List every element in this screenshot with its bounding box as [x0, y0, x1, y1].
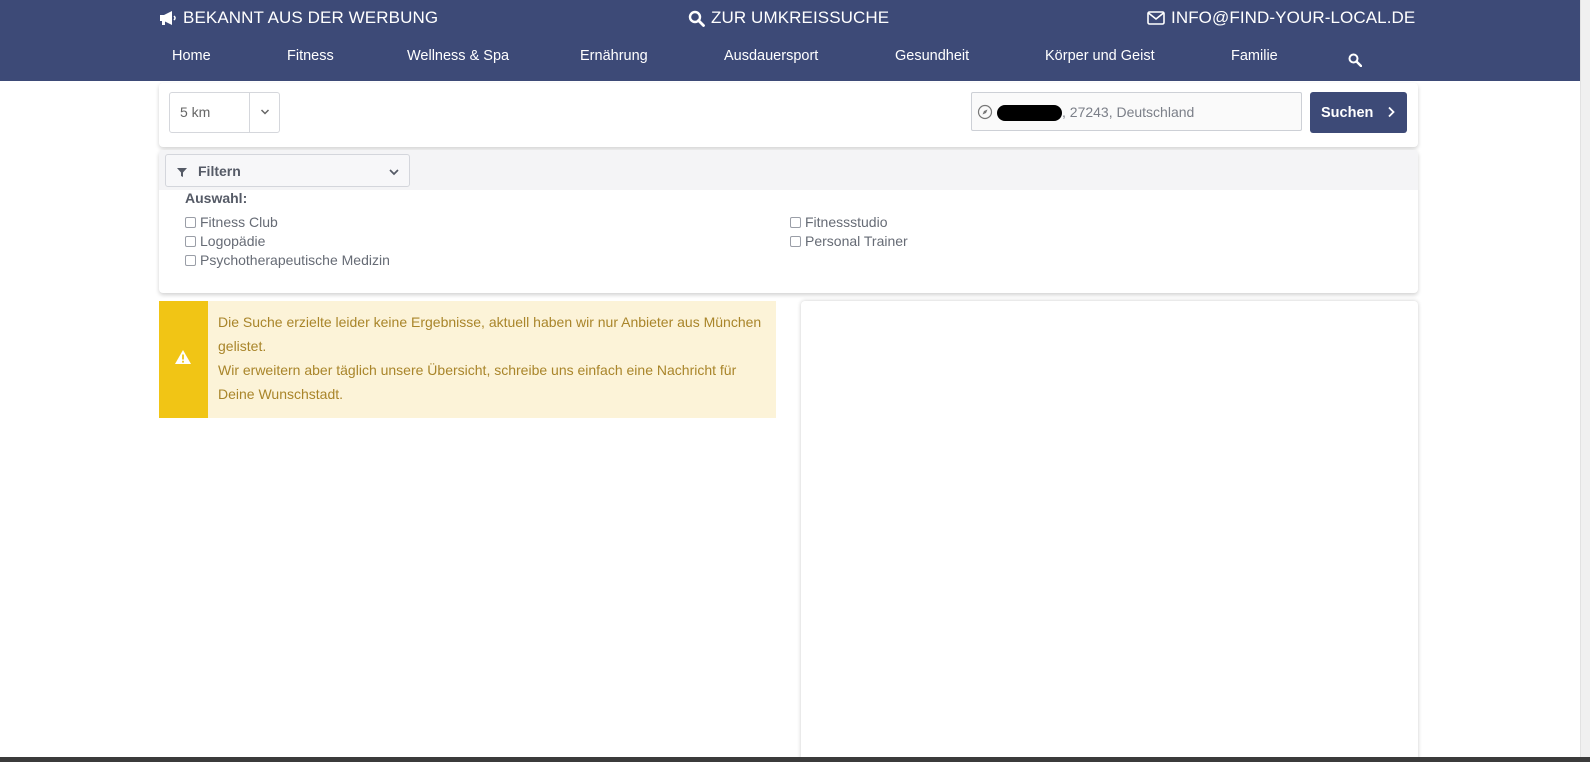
checkbox[interactable]	[185, 235, 196, 247]
email-link[interactable]: INFO@FIND-YOUR-LOCAL.DE	[1147, 6, 1415, 30]
filter-option-personal-trainer[interactable]: Personal Trainer	[790, 233, 908, 249]
envelope-icon	[1147, 11, 1165, 25]
search-button-label: Suchen	[1321, 104, 1374, 121]
advertising-link-label: BEKANNT AUS DER WERBUNG	[183, 8, 439, 27]
filter-option-psychotherapeutische-medizin[interactable]: Psychotherapeutische Medizin	[185, 252, 390, 268]
search-icon	[688, 10, 705, 27]
site-header: BEKANNT AUS DER WERBUNG ZUR UMKREISSUCHE…	[0, 0, 1580, 81]
checkbox[interactable]	[790, 216, 801, 228]
filter-option-label: Psychotherapeutische Medizin	[200, 252, 390, 268]
radius-select[interactable]: 5 km	[169, 92, 280, 133]
chevron-down-icon	[260, 109, 270, 115]
alert-line-1: Die Suche erzielte leider keine Ergebnis…	[218, 314, 762, 354]
os-taskbar	[0, 757, 1590, 762]
alert-message: Die Suche erzielte leider keine Ergebnis…	[218, 310, 768, 406]
alert-accent-bar	[159, 301, 208, 418]
compass-icon	[977, 104, 993, 120]
map-panel	[801, 301, 1418, 762]
filter-option-label: Fitness Club	[200, 214, 278, 230]
filter-option-fitness-club[interactable]: Fitness Club	[185, 214, 278, 230]
nav-item-ernaehrung[interactable]: Ernährung	[580, 48, 648, 64]
checkbox[interactable]	[185, 216, 196, 228]
filter-panel: Filtern Auswahl: Fitness Club Logopädie …	[159, 150, 1418, 293]
nav-item-gesundheit[interactable]: Gesundheit	[895, 48, 969, 64]
location-input-value: , 27243, Deutschland	[1062, 104, 1195, 120]
search-button[interactable]: Suchen	[1310, 92, 1407, 133]
filter-option-label: Personal Trainer	[805, 233, 908, 249]
advertising-link[interactable]: BEKANNT AUS DER WERBUNG	[159, 6, 438, 30]
alert-line-2: Wir erweitern aber täglich unsere Übersi…	[218, 362, 737, 402]
chevron-right-icon	[1388, 106, 1395, 118]
redacted-address	[997, 105, 1062, 121]
selection-label: Auswahl:	[185, 190, 248, 206]
megaphone-icon	[160, 11, 176, 25]
nav-item-home[interactable]: Home	[172, 48, 211, 64]
radius-search-link[interactable]: ZUR UMKREISSUCHE	[688, 6, 889, 30]
filter-option-logopaedie[interactable]: Logopädie	[185, 233, 265, 249]
nav-item-wellness-spa[interactable]: Wellness & Spa	[407, 48, 509, 64]
filter-toggle-label: Filtern	[198, 163, 241, 179]
funnel-icon	[177, 168, 187, 177]
radius-select-divider	[249, 93, 250, 132]
search-bar: 5 km , 27243, Deutschland Suchen	[159, 83, 1418, 147]
nav-search-icon[interactable]	[1348, 53, 1362, 67]
filter-option-label: Logopädie	[200, 233, 266, 249]
filter-option-label: Fitnessstudio	[805, 214, 888, 230]
nav-item-koerper-und-geist[interactable]: Körper und Geist	[1045, 48, 1155, 64]
nav-item-familie[interactable]: Familie	[1231, 48, 1278, 64]
radius-search-link-label: ZUR UMKREISSUCHE	[711, 8, 890, 27]
email-link-label: INFO@FIND-YOUR-LOCAL.DE	[1171, 8, 1416, 27]
filter-option-fitnessstudio[interactable]: Fitnessstudio	[790, 214, 887, 230]
page: BEKANNT AUS DER WERBUNG ZUR UMKREISSUCHE…	[0, 0, 1590, 762]
checkbox[interactable]	[185, 254, 196, 266]
filter-toggle-button[interactable]: Filtern	[165, 154, 410, 187]
warning-icon	[175, 350, 191, 364]
no-results-alert: Die Suche erzielte leider keine Ergebnis…	[159, 301, 776, 418]
nav-item-fitness[interactable]: Fitness	[287, 48, 334, 64]
nav-item-ausdauersport[interactable]: Ausdauersport	[724, 48, 818, 64]
chevron-down-icon	[389, 169, 399, 176]
radius-select-value: 5 km	[180, 104, 211, 120]
checkbox[interactable]	[790, 235, 801, 247]
location-input[interactable]: , 27243, Deutschland	[971, 92, 1302, 131]
page-scrollbar[interactable]	[1580, 0, 1590, 762]
